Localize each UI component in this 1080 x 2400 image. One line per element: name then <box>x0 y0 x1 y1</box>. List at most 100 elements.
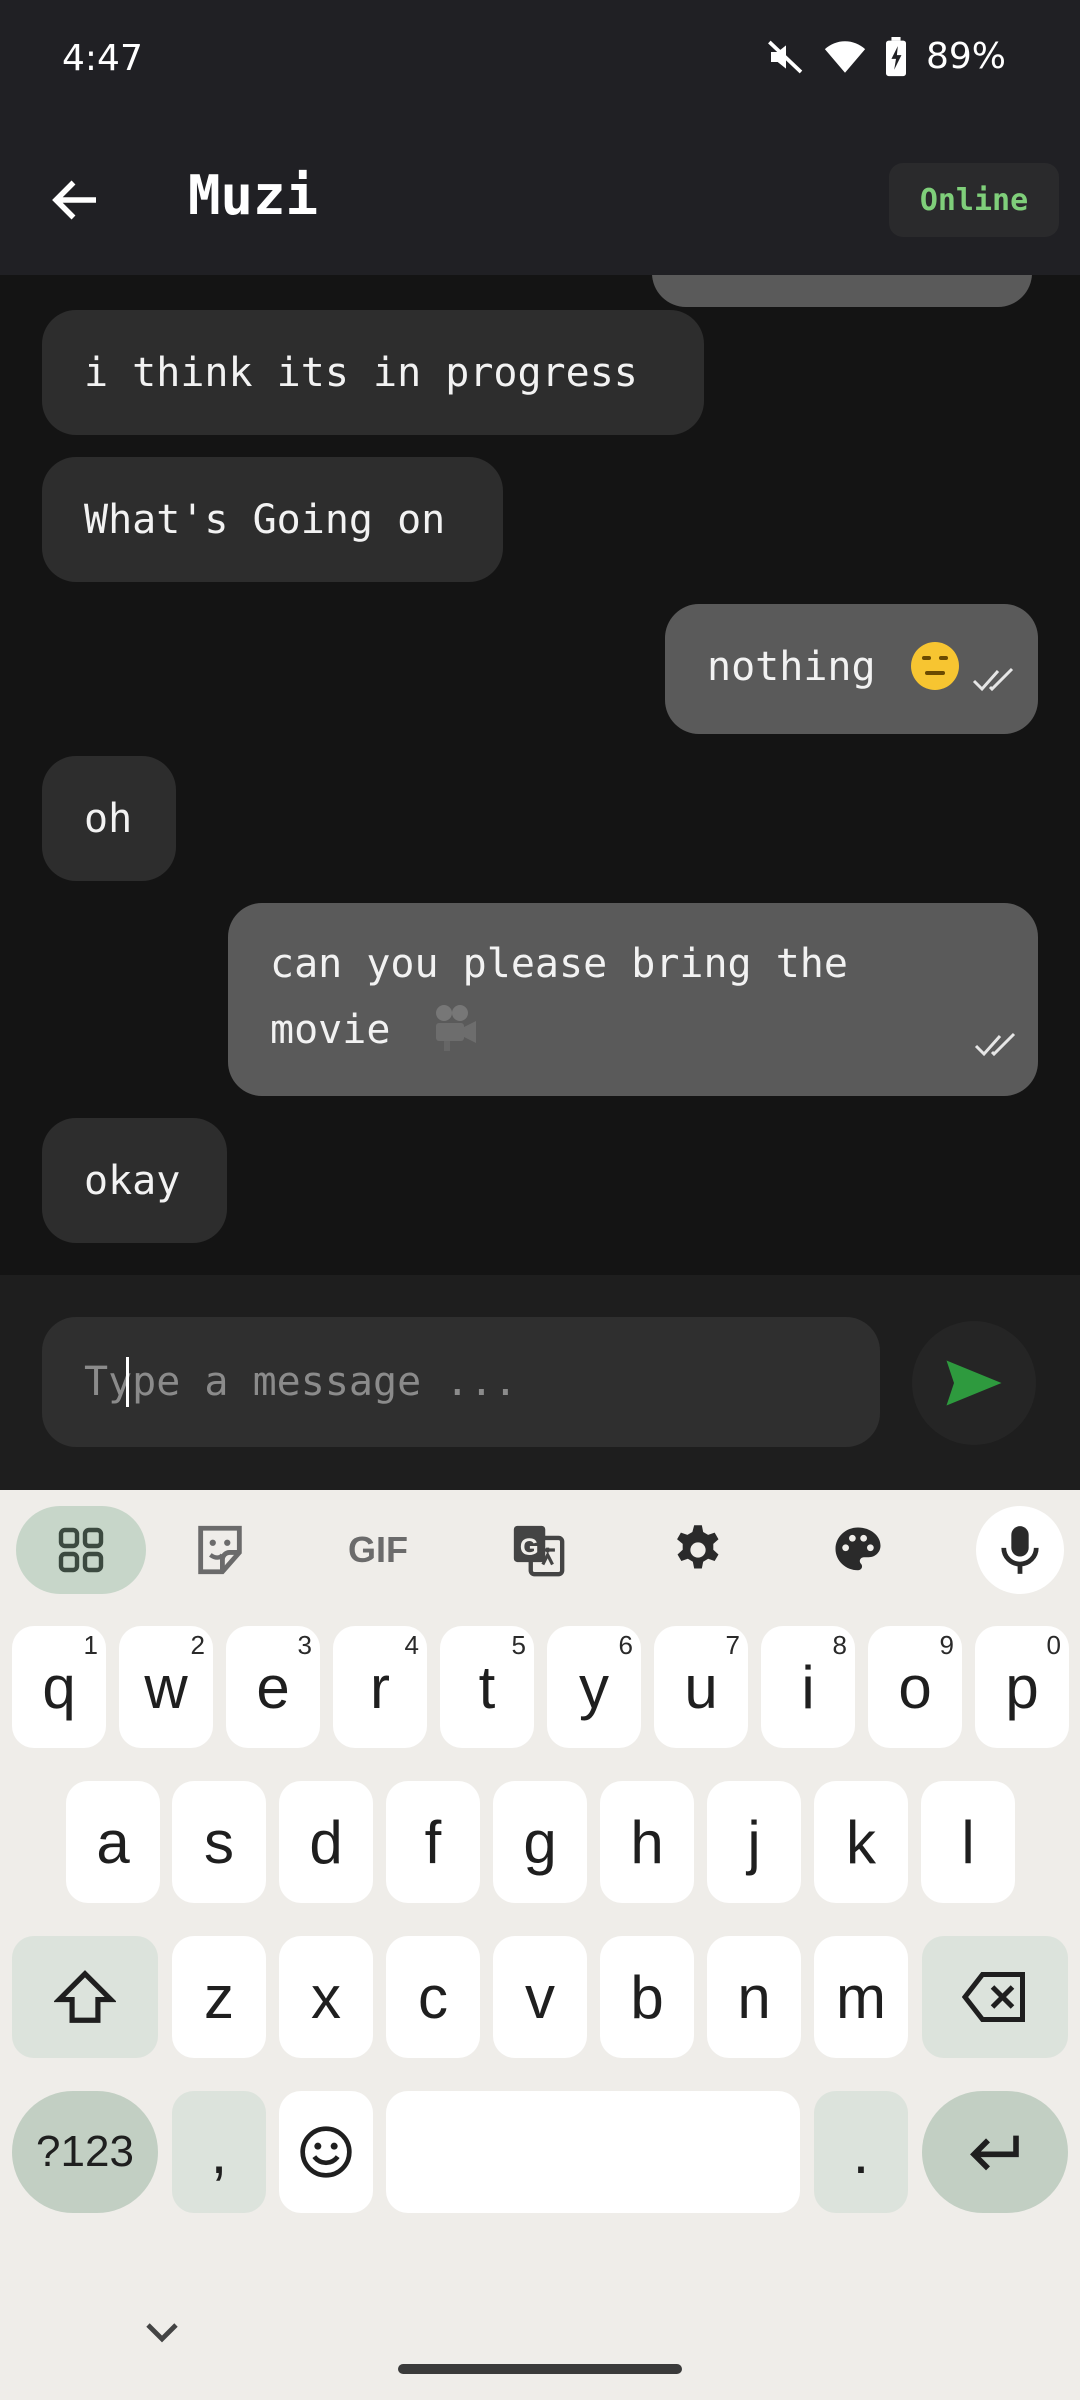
smiley-icon <box>300 2126 352 2178</box>
key-hint: 6 <box>618 1630 633 1660</box>
sticker-icon <box>198 1525 242 1575</box>
key-label: z <box>204 1963 234 2031</box>
key-hint: 9 <box>939 1630 954 1660</box>
key-a[interactable]: a <box>66 1781 160 1903</box>
translate-button[interactable]: G <box>494 1506 582 1594</box>
emoji-key[interactable] <box>279 2091 373 2213</box>
key-label: t <box>478 1653 496 1721</box>
key-w[interactable]: w2 <box>119 1626 213 1748</box>
battery-charging-icon <box>885 36 906 76</box>
message-bubble-incoming: i think its in progress <box>42 310 704 435</box>
key-r[interactable]: r4 <box>333 1626 427 1748</box>
key-h[interactable]: h <box>600 1781 694 1903</box>
key-label: p <box>1005 1653 1039 1721</box>
enter-icon <box>970 2135 1019 2171</box>
key-label: . <box>852 2118 870 2186</box>
sticker-button[interactable] <box>176 1506 264 1594</box>
contact-name: Muzi <box>188 164 319 227</box>
online-status-badge: Online <box>889 163 1059 237</box>
message-text: What's Going on <box>84 496 446 543</box>
key-label: v <box>525 1963 555 2031</box>
key-hint: 1 <box>83 1630 98 1660</box>
key-v[interactable]: v <box>493 1936 587 2058</box>
voice-input-button[interactable] <box>976 1506 1064 1594</box>
shift-key[interactable] <box>12 1936 158 2058</box>
key-label: k <box>846 1808 876 1876</box>
key-p[interactable]: p0 <box>975 1626 1069 1748</box>
svg-text:G: G <box>520 1534 539 1561</box>
key-label: e <box>256 1653 290 1721</box>
key-label: q <box>42 1653 76 1721</box>
send-button[interactable] <box>912 1321 1036 1445</box>
message-input[interactable]: Type a message ... <box>42 1317 880 1447</box>
key-e[interactable]: e3 <box>226 1626 320 1748</box>
send-icon <box>946 1360 1002 1406</box>
key-f[interactable]: f <box>386 1781 480 1903</box>
wifi-icon <box>824 40 866 73</box>
key-t[interactable]: t5 <box>440 1626 534 1748</box>
chevron-down-icon[interactable] <box>142 2320 182 2346</box>
key-m[interactable]: m <box>814 1936 908 2058</box>
key-label: d <box>309 1808 343 1876</box>
apps-grid-icon <box>58 1527 104 1573</box>
key-hint: 5 <box>511 1630 526 1660</box>
movie-camera-emoji <box>436 1005 476 1051</box>
key-u[interactable]: u7 <box>654 1626 748 1748</box>
key-x[interactable]: x <box>279 1936 373 2058</box>
key-hint: 7 <box>725 1630 740 1660</box>
key-hint: 2 <box>190 1630 205 1660</box>
key-l[interactable]: l <box>921 1781 1015 1903</box>
message-bubble-outgoing: nothing <box>665 604 1038 734</box>
key-label: i <box>801 1653 815 1721</box>
key-label: n <box>737 1963 771 2031</box>
mute-icon <box>768 40 803 73</box>
message-composer: Type a message ... <box>0 1275 1080 1490</box>
key-label: o <box>898 1653 932 1721</box>
message-bubble-incoming: oh <box>42 756 176 881</box>
message-text: nothing <box>707 644 876 690</box>
gif-button[interactable]: GIF <box>334 1506 422 1594</box>
key-label: c <box>418 1963 448 2031</box>
message-input-placeholder: Type a message ... <box>84 1359 518 1405</box>
battery-percent: 89% <box>925 36 1006 77</box>
comma-key[interactable]: , <box>172 2091 266 2213</box>
key-n[interactable]: n <box>707 1936 801 2058</box>
key-c[interactable]: c <box>386 1936 480 2058</box>
key-label: l <box>961 1808 975 1876</box>
key-s[interactable]: s <box>172 1781 266 1903</box>
apps-grid-button[interactable] <box>16 1506 146 1594</box>
key-q[interactable]: q1 <box>12 1626 106 1748</box>
message-bubble-outgoing: can you please bring the movie <box>228 903 1038 1096</box>
key-b[interactable]: b <box>600 1936 694 2058</box>
key-label: s <box>204 1808 234 1876</box>
key-j[interactable]: j <box>707 1781 801 1903</box>
key-d[interactable]: d <box>279 1781 373 1903</box>
key-label: r <box>370 1653 390 1721</box>
period-key[interactable]: . <box>814 2091 908 2213</box>
key-label: w <box>144 1653 188 1721</box>
space-key[interactable] <box>386 2091 800 2213</box>
key-k[interactable]: k <box>814 1781 908 1903</box>
gear-icon <box>677 1525 719 1569</box>
enter-key[interactable] <box>922 2091 1068 2213</box>
theme-button[interactable] <box>814 1506 902 1594</box>
home-indicator[interactable] <box>398 2364 682 2374</box>
key-label: y <box>579 1653 609 1721</box>
message-list[interactable]: i think its in progress What's Going on … <box>0 275 1080 1275</box>
key-g[interactable]: g <box>493 1781 587 1903</box>
key-z[interactable]: z <box>172 1936 266 2058</box>
shift-icon <box>54 1970 116 2023</box>
settings-button[interactable] <box>654 1506 742 1594</box>
symbols-key[interactable]: ?123 <box>12 2091 158 2213</box>
backspace-key[interactable] <box>922 1936 1068 2058</box>
key-o[interactable]: o9 <box>868 1626 962 1748</box>
keyboard: GIF G q1 w2 e3 r4 t5 y6 u7 i8 o9 p0 a s … <box>0 1490 1080 2400</box>
back-arrow-icon[interactable] <box>46 170 106 230</box>
translate-icon: G <box>513 1525 565 1577</box>
key-y[interactable]: y6 <box>547 1626 641 1748</box>
message-text: oh <box>84 795 133 842</box>
key-hint: 0 <box>1046 1630 1061 1660</box>
double-check-icon <box>974 1032 1016 1057</box>
key-hint: 3 <box>297 1630 312 1660</box>
key-i[interactable]: i8 <box>761 1626 855 1748</box>
